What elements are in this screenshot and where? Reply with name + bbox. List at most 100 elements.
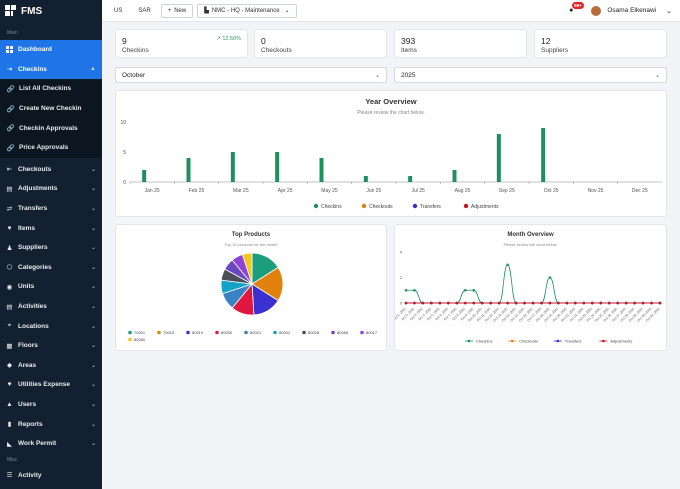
sidebar-item-label: Suppliers xyxy=(18,244,48,252)
chevron-down-icon: ⌄ xyxy=(90,362,96,369)
legend-label: Transfers xyxy=(420,204,441,210)
sidebar-item-categories[interactable]: ⬡ Categories ⌄ xyxy=(0,258,102,278)
language-selector[interactable]: US xyxy=(108,8,128,14)
chevron-down-icon: ⌄ xyxy=(90,421,96,428)
point-adjustments xyxy=(565,301,569,305)
sidebar-item-locations[interactable]: ⌖ Locations ⌄ xyxy=(0,316,102,336)
sidebar-item-adjustments[interactable]: ▤ Adjustments ⌄ xyxy=(0,179,102,199)
chevron-down-icon: ⌄ xyxy=(90,166,96,173)
legend-label: 80030 xyxy=(221,330,233,335)
chevron-down-icon: ⌄ xyxy=(90,225,96,232)
chevron-down-icon: ⌄ xyxy=(90,304,96,311)
submenu-price-approvals[interactable]: 🔗 Price Approvals xyxy=(0,138,102,158)
logout-icon: ⇤ xyxy=(6,166,13,174)
stat-value: 9 xyxy=(122,36,127,46)
chevron-down-icon: ⌄ xyxy=(90,264,96,271)
currency-selector[interactable]: SAR xyxy=(132,8,156,14)
submenu-list-checkins[interactable]: 🔗 List All Checkins xyxy=(0,79,102,99)
point-adjustments xyxy=(514,301,518,305)
point-adjustments xyxy=(404,301,408,305)
point-adjustments xyxy=(447,301,450,305)
submenu-create-checkin[interactable]: 🔗 Create New Checkin xyxy=(0,99,102,119)
sidebar-item-label: Locations xyxy=(18,322,49,330)
sidebar-item-label: Checkouts xyxy=(18,165,52,173)
chevron-down-icon: ⌄ xyxy=(90,401,96,408)
sidebar-item-activity[interactable]: ☰ Activity xyxy=(0,465,102,485)
sidebar-item-transfers[interactable]: ⇄ Transfers ⌄ xyxy=(0,199,102,219)
truck-icon: ♟ xyxy=(6,244,13,252)
x-tick-label: Oct 25 xyxy=(544,188,559,194)
month-select[interactable]: October ⌄ xyxy=(115,67,387,83)
stat-card-suppliers: 12 Suppliers xyxy=(534,29,667,58)
transfer-icon: ⇄ xyxy=(6,205,13,213)
sidebar-item-label: Reports xyxy=(18,420,43,428)
chevron-down-icon: ⌄ xyxy=(90,206,96,213)
user-name[interactable]: Osama Elkenawi xyxy=(607,7,656,14)
sidebar-item-dashboard[interactable]: Dashboard xyxy=(0,40,102,60)
sidebar-item-floors[interactable]: ▦ Floors ⌄ xyxy=(0,336,102,356)
sidebar-item-label: Utilities Expense xyxy=(18,381,71,389)
chevron-down-icon[interactable]: ⌄ xyxy=(666,7,672,15)
sidebar-item-suppliers[interactable]: ♟ Suppliers ⌄ xyxy=(0,238,102,258)
new-button[interactable]: + New xyxy=(160,3,194,18)
stat-label: Checkouts xyxy=(261,47,292,54)
legend-marker xyxy=(128,330,132,335)
submenu-label: Price Approvals xyxy=(19,144,69,152)
plus-icon: + xyxy=(167,7,172,14)
sidebar-item-utilities-expense[interactable]: ♥ Utilities Expense ⌄ xyxy=(0,375,102,395)
sidebar-item-label: Activity xyxy=(18,471,42,479)
x-tick-label: Aug 25 xyxy=(455,188,471,194)
sidebar-item-checkins[interactable]: ⇥ Checkins ▲ xyxy=(0,59,102,80)
sidebar-item-items[interactable]: ♥ Items ⌄ xyxy=(0,218,102,238)
sidebar-item-label: Areas xyxy=(18,361,37,369)
stat-value: 0 xyxy=(261,36,266,46)
legend-label: Adjustments xyxy=(610,339,632,344)
point-adjustments xyxy=(574,301,577,305)
chart-icon: ▮ xyxy=(7,421,12,429)
chevron-down-icon: ⌄ xyxy=(284,8,290,14)
sidebar-item-label: Units xyxy=(18,283,35,291)
bar-checkins xyxy=(496,134,501,182)
point-adjustments xyxy=(413,301,416,305)
sidebar-section-main: Main xyxy=(7,30,18,36)
chevron-down-icon: ⌄ xyxy=(90,186,96,193)
legend-marker xyxy=(331,330,335,335)
stat-card-checkouts: 0 Checkouts xyxy=(254,29,387,58)
y-tick-label: 5 xyxy=(123,150,126,156)
legend-label: Checkins xyxy=(321,204,342,210)
x-tick-label: Sep 25 xyxy=(499,188,515,194)
bar-checkins xyxy=(408,176,413,182)
sidebar-item-work-permit[interactable]: ◣ Work Permit ⌄ xyxy=(0,434,102,454)
sidebar-item-users[interactable]: ▲ Users ⌄ xyxy=(0,395,102,415)
x-tick-label: May 25 xyxy=(321,188,338,194)
month-overview-card: Month Overview Please review the chart b… xyxy=(394,224,667,351)
sidebar-item-reports[interactable]: ▮ Reports ⌄ xyxy=(0,414,102,434)
month-value: October xyxy=(122,71,146,79)
link-icon: 🔗 xyxy=(6,125,15,133)
file-icon: ▤ xyxy=(6,303,13,311)
location-selector[interactable]: ▙ NMC - HQ - Maintenance ⌄ xyxy=(197,3,297,18)
x-tick-label: Nov 25 xyxy=(588,188,604,194)
avatar[interactable] xyxy=(591,5,602,16)
chevron-down-icon: ⌄ xyxy=(90,343,96,350)
submenu-checkin-approvals[interactable]: 🔗 Checkin Approvals xyxy=(0,118,102,138)
point-checkins xyxy=(463,288,467,292)
brand[interactable]: FMS xyxy=(0,0,102,22)
sidebar-item-activities[interactable]: ▤ Activities ⌄ xyxy=(0,297,102,317)
permit-icon: ◣ xyxy=(7,440,12,448)
sidebar-item-areas[interactable]: ◆ Areas ⌄ xyxy=(0,356,102,376)
notification-badge: 99+ xyxy=(572,2,584,9)
point-checkins xyxy=(404,288,408,292)
notification-bell[interactable]: ● 99+ xyxy=(569,2,584,14)
chevron-down-icon: ⌄ xyxy=(90,382,96,389)
sidebar-item-checkouts[interactable]: ⇤ Checkouts ⌄ xyxy=(0,160,102,180)
year-select[interactable]: 2025 ⌄ xyxy=(394,67,667,83)
sidebar: FMS Main Dashboard ⇥ Checkins ▲ 🔗 List Al… xyxy=(0,0,102,489)
point-adjustments xyxy=(582,301,586,305)
legend-label: 70015 xyxy=(163,330,175,335)
point-adjustments xyxy=(650,301,653,305)
legend-marker xyxy=(412,203,418,209)
sidebar-item-units[interactable]: ◉ Units ⌄ xyxy=(0,277,102,297)
point-adjustments xyxy=(633,301,636,305)
legend-label: 80019 xyxy=(192,330,204,335)
